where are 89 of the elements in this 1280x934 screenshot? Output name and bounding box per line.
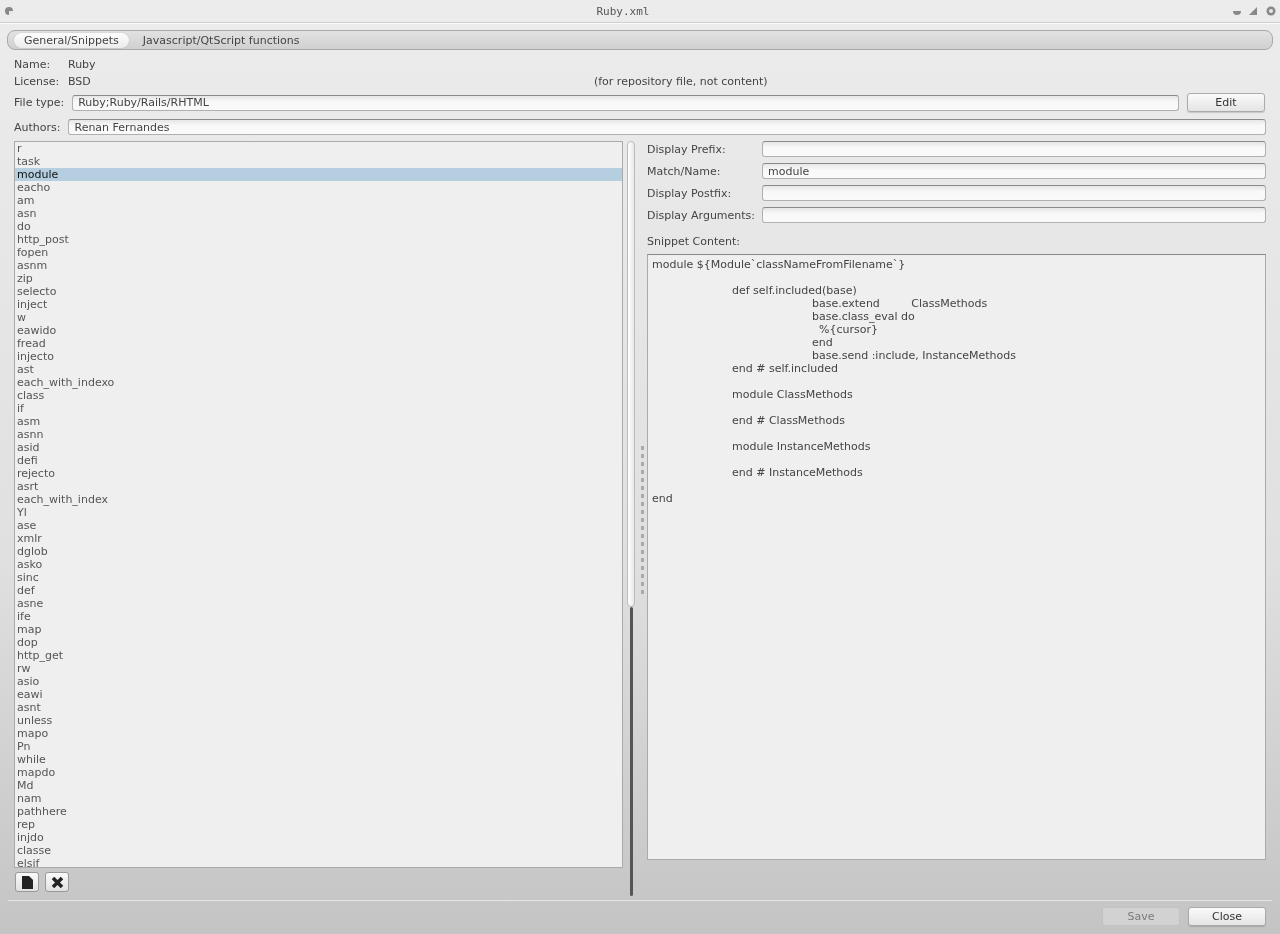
window-menu-icon[interactable] [4, 6, 14, 16]
field-label: Match/Name: [647, 164, 722, 178]
authors-label: Authors: [14, 120, 61, 134]
file-type-label: File type: [14, 96, 65, 109]
snippet-list-item[interactable]: asio [15, 675, 622, 688]
snippet-list-item[interactable]: am [15, 194, 622, 207]
snippet-list-item[interactable]: elsif [15, 857, 622, 867]
snippet-list-item[interactable]: inject [15, 298, 622, 311]
name-value: Ruby [68, 58, 96, 71]
snippet-list-item[interactable]: defi [15, 454, 622, 467]
snippet-list-item[interactable]: asid [15, 441, 622, 454]
text-field[interactable]: module [762, 163, 1266, 179]
snippet-list-item[interactable]: def [15, 584, 622, 597]
snippet-list-item[interactable]: Yl [15, 506, 622, 519]
snippet-list-item[interactable]: zip [15, 272, 622, 285]
snippet-list-item[interactable]: mapo [15, 727, 622, 740]
field-label: Display Arguments: [647, 208, 757, 222]
snippet-list-item[interactable]: eawi [15, 688, 622, 701]
maximize-icon[interactable] [1248, 6, 1258, 16]
snippet-content-label: Snippet Content: [647, 235, 741, 248]
snippet-list-item[interactable]: asrt [15, 480, 622, 493]
snippet-list-item[interactable]: module [15, 168, 622, 181]
snippet-list-item[interactable]: http_post [15, 233, 622, 246]
snippet-list-item[interactable]: rep [15, 818, 622, 831]
snippet-list-item[interactable]: do [15, 220, 622, 233]
text-field[interactable] [762, 207, 1266, 223]
snippet-list-item[interactable]: asnn [15, 428, 622, 441]
tab[interactable]: Javascript/QtScript functions [132, 32, 310, 48]
snippet-list-item[interactable]: class [15, 389, 622, 402]
snippet-list-item[interactable]: asn [15, 207, 622, 220]
edit-button[interactable]: Edit [1187, 93, 1265, 112]
snippet-list-item[interactable]: http_get [15, 649, 622, 662]
name-label: Name: [14, 58, 52, 71]
snippet-list-item[interactable]: eawido [15, 324, 622, 337]
document-icon [21, 875, 33, 889]
snippet-list-item[interactable]: selecto [15, 285, 622, 298]
snippet-list-item[interactable]: map [15, 623, 622, 636]
snippet-list-item[interactable]: ast [15, 363, 622, 376]
snippet-list-item[interactable]: Pn [15, 740, 622, 753]
snippet-list-item[interactable]: w [15, 311, 622, 324]
snippet-list-item[interactable]: unless [15, 714, 622, 727]
snippet-list-item[interactable]: pathhere [15, 805, 622, 818]
text-field[interactable] [762, 141, 1266, 157]
snippet-list-item[interactable]: r [15, 142, 622, 155]
snippet-list-item[interactable]: while [15, 753, 622, 766]
snippet-list-item[interactable]: nam [15, 792, 622, 805]
license-note: (for repository file, not content) [593, 75, 768, 88]
delete-icon [50, 875, 64, 889]
snippet-list-item[interactable]: injecto [15, 350, 622, 363]
snippet-list-item[interactable]: fread [15, 337, 622, 350]
delete-snippet-button[interactable] [45, 872, 69, 892]
license-label: License: [14, 75, 61, 88]
snippet-list-item[interactable]: dglob [15, 545, 622, 558]
snippet-list-item[interactable]: dop [15, 636, 622, 649]
snippet-list-item[interactable]: rw [15, 662, 622, 675]
dialog-button[interactable]: Close [1188, 907, 1266, 926]
snippet-list-item[interactable]: each_with_index [15, 493, 622, 506]
snippet-list-item[interactable]: asne [15, 597, 622, 610]
snippet-list-item[interactable]: each_with_indexo [15, 376, 622, 389]
snippet-list-item[interactable]: sinc [15, 571, 622, 584]
new-snippet-button[interactable] [15, 872, 39, 892]
snippet-list-item[interactable]: mapdo [15, 766, 622, 779]
field-label: Display Prefix: [647, 142, 727, 156]
snippet-list-item[interactable]: ase [15, 519, 622, 532]
authors-field[interactable]: Renan Fernandes [68, 119, 1266, 135]
tab[interactable]: General/Snippets [14, 32, 129, 48]
text-field[interactable] [762, 185, 1266, 201]
snippet-list-item[interactable]: ife [15, 610, 622, 623]
snippet-list-item[interactable]: eacho [15, 181, 622, 194]
scrollbar[interactable] [627, 141, 635, 896]
snippet-content-editor[interactable]: module ${Module`classNameFromFilename`} def self.included(base) base.extend ClassMethods base.class_eval do %{cursor} end base.send :include, InstanceMethods end # self.included module ClassMethods end # ClassMethods module InstanceMethods end # InstanceMethods end [647, 254, 1266, 860]
snippet-list-item[interactable]: classe [15, 844, 622, 857]
splitter-handle-icon[interactable] [640, 445, 644, 596]
snippet-list-item[interactable]: asm [15, 415, 622, 428]
field-label: Display Postfix: [647, 186, 733, 200]
snippet-list-item[interactable]: injdo [15, 831, 622, 844]
snippet-list-item[interactable]: task [15, 155, 622, 168]
snippet-list-item[interactable]: if [15, 402, 622, 415]
file-type-field[interactable]: Ruby;Ruby/Rails/RHTML [72, 94, 1179, 111]
close-icon[interactable] [1266, 6, 1276, 16]
snippet-list-item[interactable]: Md [15, 779, 622, 792]
snippet-list-item[interactable]: rejecto [15, 467, 622, 480]
snippet-list-item[interactable]: asnt [15, 701, 622, 714]
snippet-list-item[interactable]: xmlr [15, 532, 622, 545]
snippet-list-item[interactable]: asko [15, 558, 622, 571]
snippet-list-item[interactable]: asnm [15, 259, 622, 272]
window-title: Ruby.xml [595, 4, 651, 18]
license-value: BSD [68, 75, 92, 88]
snippet-list-item[interactable]: fopen [15, 246, 622, 259]
